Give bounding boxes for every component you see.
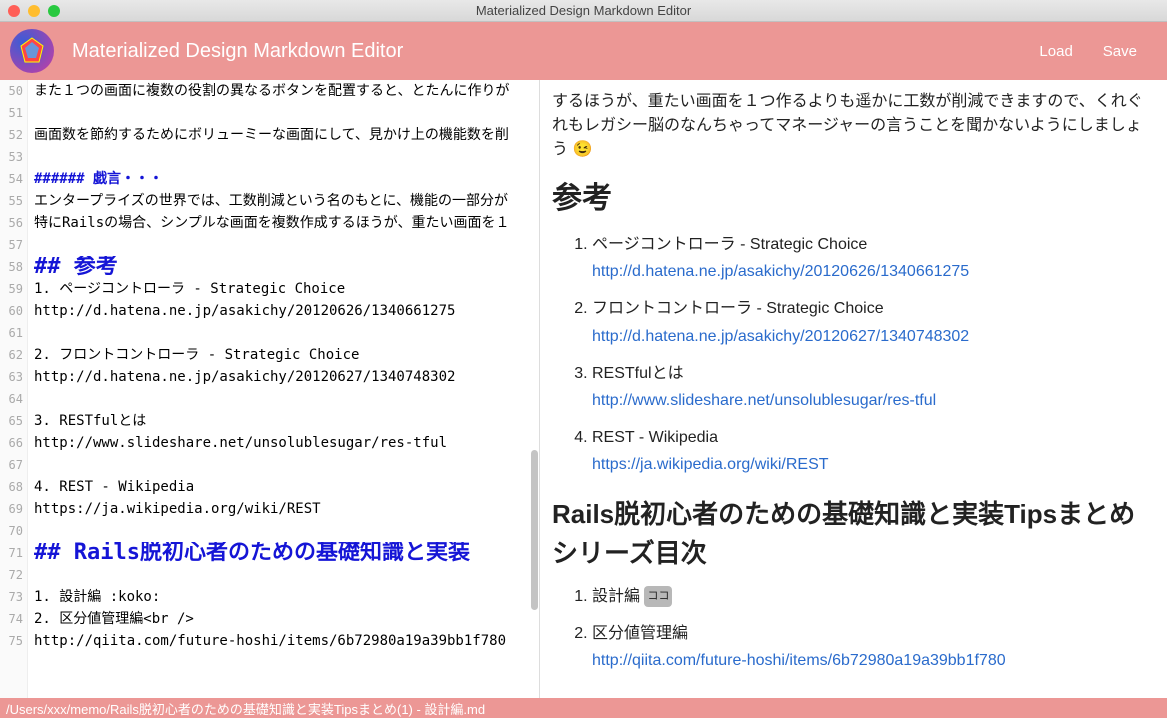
- editor-line[interactable]: [34, 102, 539, 124]
- load-button[interactable]: Load: [1029, 37, 1082, 66]
- editor-line[interactable]: http://www.slideshare.net/unsolublesugar…: [34, 432, 539, 454]
- statusbar: /Users/xxx/memo/Rails脱初心者のための基礎知識と実装Tips…: [0, 698, 1167, 718]
- editor-scrollbar[interactable]: [531, 450, 538, 610]
- editor-line[interactable]: http://d.hatena.ne.jp/asakichy/20120627/…: [34, 366, 539, 388]
- reference-title: フロントコントローラ - Strategic Choice: [592, 295, 1151, 322]
- line-number: 54: [0, 168, 23, 190]
- appbar: Materialized Design Markdown Editor Load…: [0, 22, 1167, 80]
- preview-pane[interactable]: するほうが、重たい画面を１つ作るよりも遥かに工数が削減できますので、くれぐれもレ…: [540, 80, 1167, 698]
- editor-line[interactable]: ## Rails脱初心者のための基礎知識と実装: [34, 542, 539, 564]
- statusbar-path: /Users/xxx/memo/Rails脱初心者のための基礎知識と実装Tips…: [6, 699, 485, 718]
- reference-title: ページコントローラ - Strategic Choice: [592, 231, 1151, 258]
- editor-line[interactable]: 2. フロントコントローラ - Strategic Choice: [34, 344, 539, 366]
- close-icon[interactable]: [8, 5, 20, 17]
- preview-series-list: 設計編 ココ区分値管理編 http://qiita.com/future-hos…: [552, 583, 1151, 675]
- editor-line[interactable]: 画面数を節約するためにボリューミーな画面にして、見かけ上の機能数を削: [34, 124, 539, 146]
- editor-line[interactable]: http://d.hatena.ne.jp/asakichy/20120626/…: [34, 300, 539, 322]
- editor-line[interactable]: [34, 454, 539, 476]
- line-number: 67: [0, 454, 23, 476]
- line-number: 72: [0, 564, 23, 586]
- series-title: 区分値管理編: [592, 625, 688, 642]
- series-title: 設計編: [592, 588, 644, 605]
- editor-line[interactable]: 1. 設計編 :koko:: [34, 586, 539, 608]
- list-item: REST - Wikipedia https://ja.wikipedia.org…: [592, 424, 1151, 478]
- app-logo-icon: [10, 29, 54, 73]
- editor-pane[interactable]: 5051525354555657585960616263646566676869…: [0, 80, 540, 698]
- minimize-icon[interactable]: [28, 5, 40, 17]
- list-item: 設計編 ココ: [592, 583, 1151, 610]
- line-number: 74: [0, 608, 23, 630]
- editor-line[interactable]: [34, 146, 539, 168]
- line-number: 50: [0, 80, 23, 102]
- line-number: 75: [0, 630, 23, 652]
- editor-line[interactable]: 2. 区分値管理編<br />: [34, 608, 539, 630]
- editor-line[interactable]: [34, 388, 539, 410]
- preview-paragraph: するほうが、重たい画面を１つ作るよりも遥かに工数が削減できますので、くれぐれもレ…: [552, 90, 1151, 162]
- editor-line[interactable]: ###### 戯言・・・: [34, 168, 539, 190]
- editor-line[interactable]: 特にRailsの場合、シンプルな画面を複数作成するほうが、重たい画面を１: [34, 212, 539, 234]
- list-item: 区分値管理編 http://qiita.com/future-hoshi/ite…: [592, 620, 1151, 674]
- editor-line[interactable]: また１つの画面に複数の役割の異なるボタンを配置すると、とたんに作りが: [34, 80, 539, 102]
- maximize-icon[interactable]: [48, 5, 60, 17]
- line-number: 70: [0, 520, 23, 542]
- editor-line[interactable]: 4. REST - Wikipedia: [34, 476, 539, 498]
- main-split: 5051525354555657585960616263646566676869…: [0, 80, 1167, 698]
- reference-title: REST - Wikipedia: [592, 424, 1151, 451]
- editor-line[interactable]: ## 参考: [34, 256, 539, 278]
- editor-line[interactable]: 1. ページコントローラ - Strategic Choice: [34, 278, 539, 300]
- line-number: 66: [0, 432, 23, 454]
- editor-line[interactable]: [34, 564, 539, 586]
- line-number: 58: [0, 256, 23, 278]
- line-number: 59: [0, 278, 23, 300]
- editor-content[interactable]: また１つの画面に複数の役割の異なるボタンを配置すると、とたんに作りが画面数を節約…: [30, 80, 539, 698]
- line-number: 52: [0, 124, 23, 146]
- reference-link[interactable]: http://www.slideshare.net/unsolublesugar…: [592, 392, 936, 409]
- line-number: 55: [0, 190, 23, 212]
- list-item: ページコントローラ - Strategic Choice http://d.hat…: [592, 231, 1151, 285]
- reference-link[interactable]: https://ja.wikipedia.org/wiki/REST: [592, 456, 829, 473]
- editor-line[interactable]: [34, 234, 539, 256]
- line-number: 57: [0, 234, 23, 256]
- line-number: 69: [0, 498, 23, 520]
- koko-badge-icon: ココ: [644, 586, 672, 607]
- line-number: 71: [0, 542, 23, 564]
- list-item: RESTfulとは http://www.slideshare.net/unsol…: [592, 360, 1151, 414]
- reference-link[interactable]: http://d.hatena.ne.jp/asakichy/20120627/…: [592, 328, 969, 345]
- line-number: 56: [0, 212, 23, 234]
- preview-h2-series: Rails脱初心者のための基礎知識と実装Tipsまとめシリーズ目次: [552, 495, 1151, 573]
- window-title: Materialized Design Markdown Editor: [476, 3, 691, 18]
- line-number-gutter: 5051525354555657585960616263646566676869…: [0, 80, 28, 698]
- line-number: 65: [0, 410, 23, 432]
- editor-line[interactable]: http://qiita.com/future-hoshi/items/6b72…: [34, 630, 539, 652]
- preview-h1-sankou: 参考: [552, 176, 1151, 221]
- editor-line[interactable]: 3. RESTfulとは: [34, 410, 539, 432]
- titlebar: Materialized Design Markdown Editor: [0, 0, 1167, 22]
- editor-line[interactable]: エンタープライズの世界では、工数削減という名のもとに、機能の一部分が: [34, 190, 539, 212]
- line-number: 51: [0, 102, 23, 124]
- series-link[interactable]: http://qiita.com/future-hoshi/items/6b72…: [592, 652, 1006, 669]
- line-number: 64: [0, 388, 23, 410]
- save-button[interactable]: Save: [1093, 37, 1147, 66]
- line-number: 62: [0, 344, 23, 366]
- window-controls: [0, 5, 60, 17]
- editor-line[interactable]: [34, 520, 539, 542]
- editor-line[interactable]: https://ja.wikipedia.org/wiki/REST: [34, 498, 539, 520]
- line-number: 60: [0, 300, 23, 322]
- app-title: Materialized Design Markdown Editor: [72, 40, 403, 63]
- editor-line[interactable]: [34, 322, 539, 344]
- preview-references-list: ページコントローラ - Strategic Choice http://d.hat…: [552, 231, 1151, 479]
- line-number: 73: [0, 586, 23, 608]
- reference-title: RESTfulとは: [592, 360, 1151, 387]
- list-item: フロントコントローラ - Strategic Choice http://d.ha…: [592, 295, 1151, 349]
- line-number: 53: [0, 146, 23, 168]
- line-number: 68: [0, 476, 23, 498]
- line-number: 63: [0, 366, 23, 388]
- line-number: 61: [0, 322, 23, 344]
- reference-link[interactable]: http://d.hatena.ne.jp/asakichy/20120626/…: [592, 263, 969, 280]
